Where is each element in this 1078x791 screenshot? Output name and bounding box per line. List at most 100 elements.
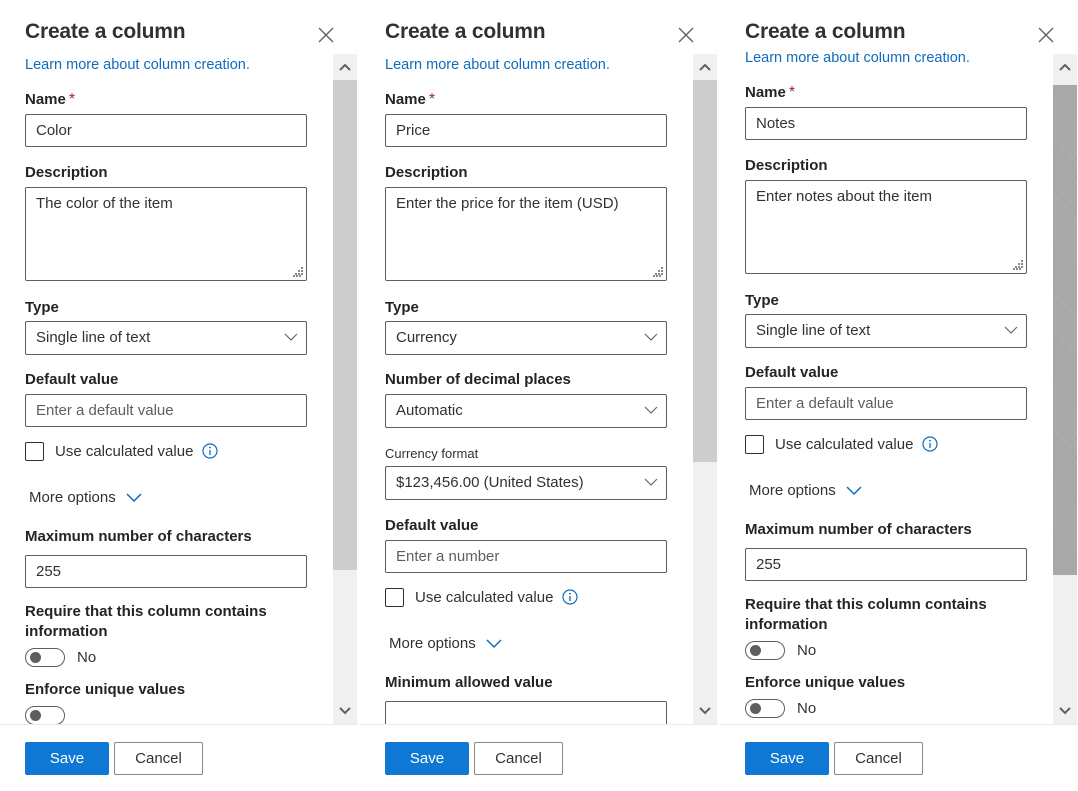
enforce-unique-label: Enforce unique values bbox=[745, 674, 906, 691]
chevron-up-icon bbox=[699, 63, 711, 71]
learn-more-link[interactable]: Learn more about column creation. bbox=[385, 57, 667, 73]
more-options-label: More options bbox=[749, 482, 836, 499]
close-icon bbox=[318, 27, 334, 43]
more-options-toggle[interactable]: More options bbox=[749, 482, 1027, 499]
scrollbar[interactable] bbox=[693, 54, 717, 724]
close-icon bbox=[678, 27, 694, 43]
min-value-input[interactable] bbox=[385, 701, 667, 724]
close-button[interactable] bbox=[318, 27, 334, 43]
type-label: Type bbox=[25, 299, 59, 316]
max-chars-input[interactable]: 255 bbox=[745, 548, 1027, 581]
currency-format-dropdown[interactable]: $123,456.00 (United States) bbox=[385, 466, 667, 500]
resize-grip-icon[interactable] bbox=[293, 267, 303, 277]
info-icon[interactable] bbox=[562, 589, 579, 605]
cancel-button[interactable]: Cancel bbox=[834, 742, 923, 775]
resize-grip-icon[interactable] bbox=[1013, 260, 1023, 270]
more-options-toggle[interactable]: More options bbox=[29, 489, 307, 506]
enforce-unique-state: No bbox=[797, 700, 817, 717]
scroll-up-button[interactable] bbox=[693, 54, 717, 80]
required-asterisk: * bbox=[428, 91, 436, 108]
scroll-down-button[interactable] bbox=[693, 698, 717, 724]
panel-footer: Save Cancel bbox=[0, 724, 358, 791]
cancel-button[interactable]: Cancel bbox=[474, 742, 563, 775]
resize-grip-icon[interactable] bbox=[653, 267, 663, 277]
enforce-unique-toggle[interactable] bbox=[25, 706, 65, 724]
toggle-knob bbox=[30, 652, 41, 663]
save-button[interactable]: Save bbox=[25, 742, 109, 775]
use-calculated-row: Use calculated value bbox=[745, 433, 1027, 455]
create-column-panel-notes: Create a column Learn more about column … bbox=[720, 0, 1078, 790]
toggle-knob bbox=[30, 710, 41, 721]
default-value-label: Default value bbox=[385, 517, 479, 534]
use-calculated-checkbox[interactable] bbox=[745, 434, 764, 454]
default-value-input[interactable]: Enter a default value bbox=[25, 394, 307, 427]
chevron-down-icon bbox=[846, 485, 862, 495]
required-asterisk: * bbox=[68, 91, 76, 108]
more-options-toggle[interactable]: More options bbox=[389, 635, 667, 652]
chevron-up-icon bbox=[1059, 63, 1071, 71]
panel-footer: Save Cancel bbox=[720, 724, 1078, 791]
chevron-down-icon bbox=[284, 333, 298, 341]
info-icon[interactable] bbox=[922, 436, 939, 452]
require-info-label: Require that this column contains inform… bbox=[745, 596, 987, 633]
chevron-down-icon bbox=[486, 638, 502, 648]
close-button[interactable] bbox=[1038, 27, 1054, 43]
chevron-down-icon bbox=[126, 492, 142, 502]
use-calculated-row: Use calculated value bbox=[25, 440, 307, 462]
decimal-places-dropdown[interactable]: Automatic bbox=[385, 394, 667, 428]
name-field-label: Name * bbox=[385, 91, 436, 108]
panel-title: Create a column bbox=[745, 20, 906, 43]
cancel-button[interactable]: Cancel bbox=[114, 742, 203, 775]
currency-format-label: Currency format bbox=[385, 446, 479, 461]
save-button[interactable]: Save bbox=[745, 742, 829, 775]
name-input[interactable]: Color bbox=[25, 114, 307, 147]
use-calculated-checkbox[interactable] bbox=[385, 587, 404, 607]
max-chars-input[interactable]: 255 bbox=[25, 555, 307, 588]
description-text: Enter the price for the item (USD) bbox=[396, 195, 619, 212]
name-input[interactable]: Notes bbox=[745, 107, 1027, 140]
default-value-input[interactable]: Enter a number bbox=[385, 540, 667, 573]
description-textarea[interactable]: The color of the item bbox=[25, 187, 307, 281]
type-dropdown[interactable]: Single line of text bbox=[25, 321, 307, 355]
scrollbar[interactable] bbox=[1053, 54, 1077, 724]
use-calculated-label: Use calculated value bbox=[415, 588, 554, 606]
description-textarea[interactable]: Enter notes about the item bbox=[745, 180, 1027, 274]
learn-more-link[interactable]: Learn more about column creation. bbox=[745, 52, 1027, 66]
info-icon[interactable] bbox=[202, 443, 219, 459]
scroll-down-button[interactable] bbox=[333, 698, 357, 724]
name-input[interactable]: Price bbox=[385, 114, 667, 147]
enforce-unique-toggle[interactable] bbox=[745, 699, 785, 718]
name-field-label: Name * bbox=[25, 91, 76, 108]
description-label: Description bbox=[25, 164, 108, 181]
default-value-label: Default value bbox=[25, 371, 119, 388]
toggle-knob bbox=[750, 703, 761, 714]
type-label: Type bbox=[385, 299, 419, 316]
require-info-toggle[interactable] bbox=[25, 648, 65, 667]
scroll-thumb[interactable] bbox=[1053, 85, 1077, 575]
type-dropdown[interactable]: Single line of text bbox=[745, 314, 1027, 348]
min-value-label: Minimum allowed value bbox=[385, 674, 553, 691]
type-dropdown[interactable]: Currency bbox=[385, 321, 667, 355]
default-value-input[interactable]: Enter a default value bbox=[745, 387, 1027, 420]
scroll-thumb[interactable] bbox=[693, 80, 717, 462]
chevron-down-icon bbox=[644, 478, 658, 486]
chevron-down-icon bbox=[644, 333, 658, 341]
use-calculated-checkbox[interactable] bbox=[25, 441, 44, 461]
description-text: Enter notes about the item bbox=[756, 188, 932, 205]
decimal-places-label: Number of decimal places bbox=[385, 371, 571, 388]
learn-more-link[interactable]: Learn more about column creation. bbox=[25, 57, 307, 73]
require-info-row: No bbox=[745, 641, 1027, 660]
description-textarea[interactable]: Enter the price for the item (USD) bbox=[385, 187, 667, 281]
close-button[interactable] bbox=[678, 27, 694, 43]
scroll-thumb[interactable] bbox=[333, 80, 357, 570]
panel-footer: Save Cancel bbox=[360, 724, 718, 791]
scroll-down-button[interactable] bbox=[1053, 698, 1077, 724]
close-icon bbox=[1038, 27, 1054, 43]
create-column-panel-color: Create a column Learn more about column … bbox=[0, 0, 360, 790]
scroll-up-button[interactable] bbox=[333, 54, 357, 80]
require-info-toggle[interactable] bbox=[745, 641, 785, 660]
scrollbar[interactable] bbox=[333, 54, 357, 724]
more-options-label: More options bbox=[29, 489, 116, 506]
save-button[interactable]: Save bbox=[385, 742, 469, 775]
scroll-up-button[interactable] bbox=[1053, 54, 1077, 80]
